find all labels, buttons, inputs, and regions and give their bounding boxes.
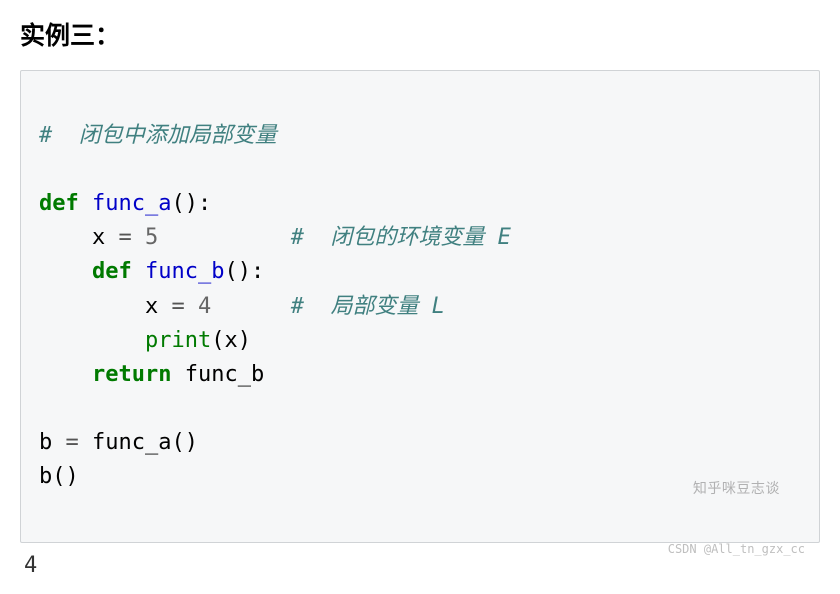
watermark-top: 知乎咪豆志谈 xyxy=(668,482,805,497)
watermark-bottom: CSDN @All_tn_gzx_cc xyxy=(668,543,805,556)
parens: () xyxy=(224,259,251,284)
comment-env: # 闭包的环境变量 E xyxy=(291,225,511,250)
var-x: x xyxy=(92,225,119,250)
call-b: b() xyxy=(39,464,79,489)
code-block: # 闭包中添加局部变量 def func_a(): x = 5 # 闭包的环境变… xyxy=(20,70,820,543)
return-val: func_b xyxy=(171,362,264,387)
colon: : xyxy=(198,191,211,216)
num-4: 4 xyxy=(185,294,212,319)
num-5: 5 xyxy=(132,225,159,250)
var-b: b xyxy=(39,430,66,455)
op-eq: = xyxy=(118,225,131,250)
func-name-b: func_b xyxy=(145,259,224,284)
var-x: x xyxy=(145,294,172,319)
section-heading: 实例三： xyxy=(20,16,820,52)
op-eq: = xyxy=(171,294,184,319)
parens: () xyxy=(171,191,198,216)
call-func-a: func_a() xyxy=(79,430,198,455)
op-eq: = xyxy=(66,430,79,455)
watermark: 知乎咪豆志谈 CSDN @All_tn_gzx_cc xyxy=(668,435,805,578)
colon: : xyxy=(251,259,264,284)
comment-top: # 闭包中添加局部变量 xyxy=(39,123,277,148)
keyword-def: def xyxy=(39,191,79,216)
keyword-return: return xyxy=(92,362,171,387)
func-name-a: func_a xyxy=(92,191,171,216)
comment-local: # 局部变量 L xyxy=(291,294,445,319)
keyword-def: def xyxy=(92,259,132,284)
print-arg: (x) xyxy=(211,328,251,353)
builtin-print: print xyxy=(145,328,211,353)
